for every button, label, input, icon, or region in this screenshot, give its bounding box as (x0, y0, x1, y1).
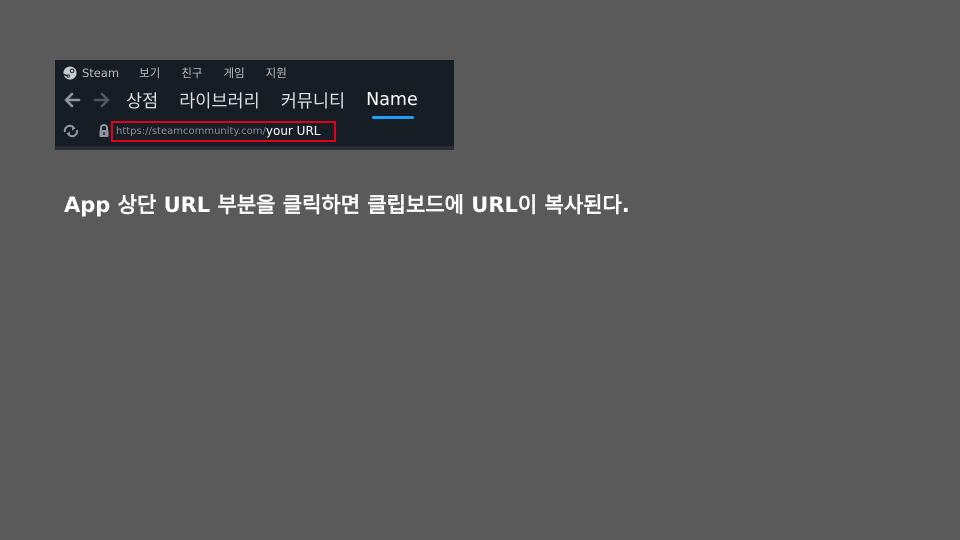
forward-arrow-icon[interactable] (93, 91, 111, 109)
address-bar: https://steamcommunity.com/ your URL (63, 120, 336, 142)
tab-library[interactable]: 라이브러리 (179, 88, 260, 113)
menu-bar: Steam 보기 친구 게임 지원 (63, 65, 308, 81)
window-bottom-strip (55, 146, 454, 150)
url-path-text: your URL (265, 124, 321, 138)
url-base-text: https://steamcommunity.com/ (116, 125, 266, 137)
tab-store[interactable]: 상점 (126, 88, 158, 113)
refresh-icon[interactable] (63, 124, 79, 138)
nav-bar: 상점 라이브러리 커뮤니티 Name (63, 88, 418, 119)
back-arrow-icon[interactable] (63, 91, 81, 109)
menu-friends[interactable]: 친구 (181, 65, 202, 81)
steam-logo-icon (63, 66, 77, 80)
menu-games[interactable]: 게임 (223, 65, 244, 81)
menu-help[interactable]: 지원 (266, 65, 287, 81)
menu-view[interactable]: 보기 (139, 65, 160, 81)
instruction-caption: App 상단 URL 부분을 클릭하면 클립보드에 URL이 복사된다. (64, 193, 630, 217)
tab-profile-name[interactable]: Name (366, 90, 418, 119)
lock-icon (99, 124, 109, 137)
tab-community[interactable]: 커뮤니티 (281, 88, 345, 113)
url-field[interactable]: https://steamcommunity.com/ your URL (111, 120, 336, 142)
menu-steam[interactable]: Steam (82, 66, 119, 80)
steam-window-screenshot: Steam 보기 친구 게임 지원 상점 라이브러리 커뮤니티 Name htt (55, 60, 454, 150)
